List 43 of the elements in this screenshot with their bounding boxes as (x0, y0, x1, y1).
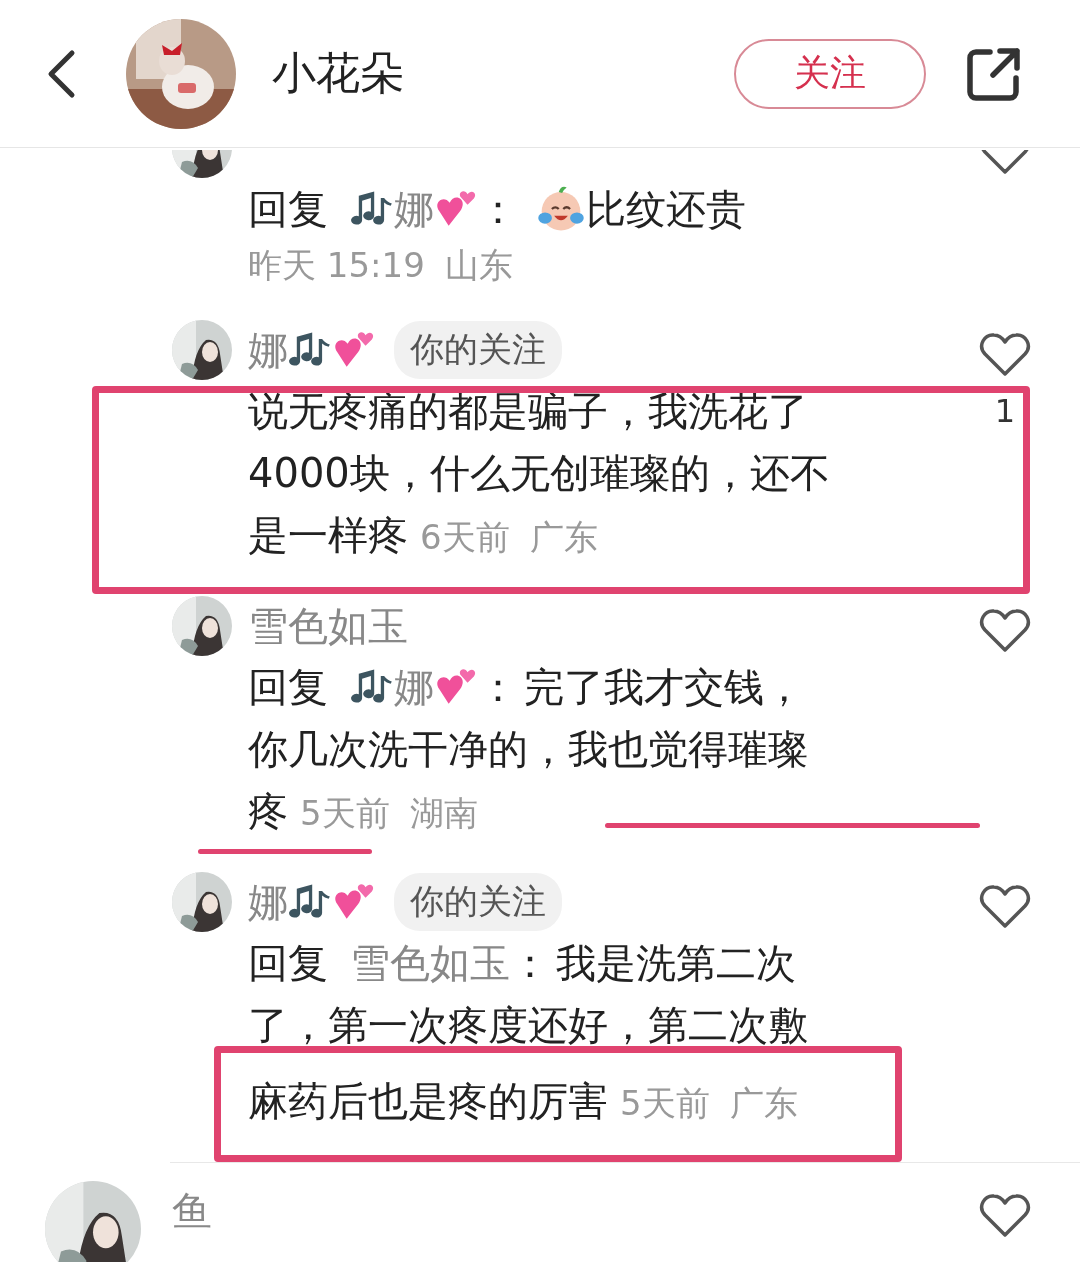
comment-text: 麻药后也是疼的厉害 (248, 1077, 608, 1126)
share-icon[interactable] (966, 45, 1022, 102)
comment-text: 比纹还贵 (586, 185, 746, 234)
comment-location: 广东 (529, 516, 598, 559)
commenter-name[interactable]: 娜 (248, 874, 288, 930)
comment-location: 广东 (729, 1082, 798, 1125)
comment-time: 昨天 15:19 (248, 244, 425, 287)
reply-to-name[interactable]: 娜 (394, 178, 434, 240)
reply-label: 回复 (248, 185, 328, 234)
reply-to-name[interactable]: 雪色如玉 (350, 932, 510, 994)
colon: ： (478, 663, 518, 712)
comment-text: 疼 (248, 787, 288, 836)
following-tag: 你的关注 (394, 321, 562, 379)
like-count: 1 (994, 392, 1016, 430)
like-heart-icon[interactable] (979, 884, 1031, 930)
comment-location: 山东 (444, 244, 513, 287)
like-heart-icon[interactable] (979, 608, 1031, 654)
colon: ： (478, 185, 518, 234)
back-icon[interactable] (46, 48, 76, 99)
comment-time: 6天前 (420, 516, 510, 559)
comment-text: 是一样疼 (248, 511, 408, 560)
like-heart-icon[interactable] (979, 1193, 1031, 1239)
username: 小花朵 (272, 46, 405, 100)
comment-text: 你几次洗干净的，我也觉得璀璨 (248, 725, 808, 774)
comment-text: 我是洗第二次 (556, 939, 796, 988)
commenter-name[interactable]: 鱼 (172, 1183, 212, 1239)
comment-text: 完了我才交钱， (524, 663, 804, 712)
like-heart-icon[interactable] (979, 150, 1031, 176)
comment-text: 说无疼痛的都是骗子，我洗花了 (248, 387, 808, 436)
comment-time: 5天前 (300, 792, 390, 835)
colon: ： (510, 939, 550, 988)
comment-text: 了，第一次疼度还好，第二次敷 (248, 1001, 808, 1050)
commenter-name[interactable]: 雪色如玉 (248, 598, 408, 654)
reply-label: 回复 (248, 663, 328, 712)
comment-time: 5天前 (620, 1082, 710, 1125)
comment-location: 湖南 (409, 792, 478, 835)
like-heart-icon[interactable] (979, 332, 1031, 378)
reply-to-name[interactable]: 娜 (394, 656, 434, 718)
following-tag: 你的关注 (394, 873, 562, 931)
reply-label: 回复 (248, 939, 328, 988)
comment-text: 4000块，什么无创璀璨的，还不 (248, 449, 830, 498)
follow-button[interactable]: 关注 (734, 38, 926, 109)
commenter-name[interactable]: 娜 (248, 322, 288, 378)
